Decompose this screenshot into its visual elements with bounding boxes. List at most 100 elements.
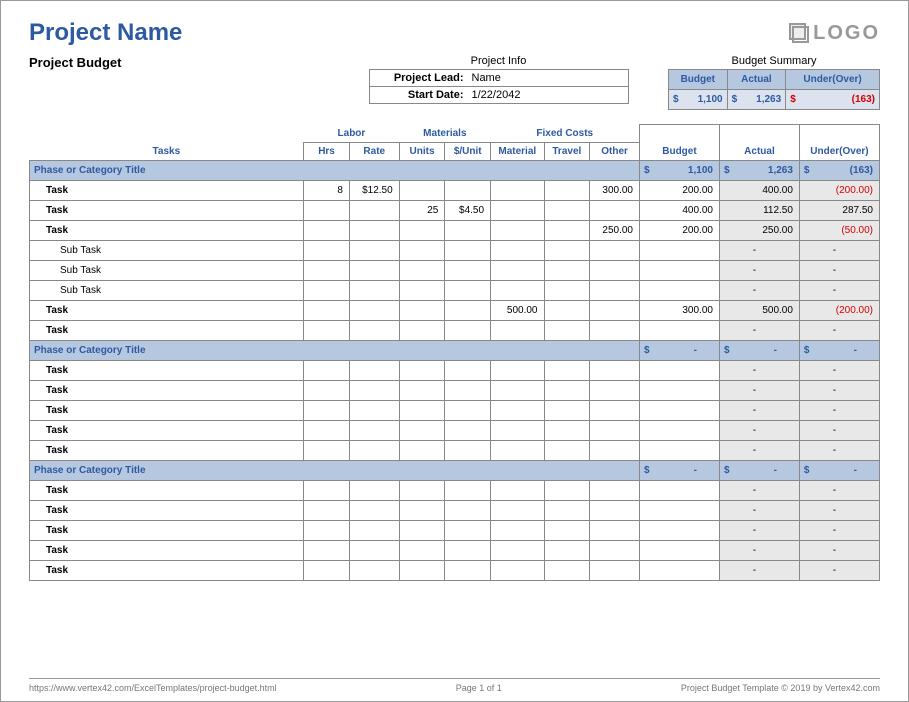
cell-rate[interactable] [349,560,399,580]
cell-travel[interactable] [544,180,590,200]
project-lead-value[interactable]: Name [468,72,501,84]
cell-hrs[interactable] [304,520,350,540]
task-name-cell[interactable]: Task [30,540,304,560]
cell-travel[interactable] [544,280,590,300]
cell-travel[interactable] [544,300,590,320]
task-name-cell[interactable]: Task [30,200,304,220]
cell-budget[interactable] [639,520,719,540]
cell-material[interactable] [491,180,544,200]
cell-unit_cost[interactable]: $4.50 [445,200,491,220]
cell-material[interactable] [491,280,544,300]
table-row[interactable]: Task-- [30,320,880,340]
cell-rate[interactable] [349,400,399,420]
table-row[interactable]: Task-- [30,420,880,440]
cell-other[interactable] [590,360,640,380]
cell-other[interactable] [590,200,640,220]
cell-hrs[interactable] [304,320,350,340]
cell-travel[interactable] [544,200,590,220]
cell-travel[interactable] [544,400,590,420]
cell-unit_cost[interactable] [445,400,491,420]
cell-material[interactable] [491,380,544,400]
cell-rate[interactable] [349,480,399,500]
cell-other[interactable]: 250.00 [590,220,640,240]
cell-material[interactable] [491,220,544,240]
cell-material[interactable] [491,480,544,500]
task-name-cell[interactable]: Sub Task [30,280,304,300]
main-tbody[interactable]: Phase or Category Title$1,100$1,263$(163… [30,160,880,580]
cell-budget[interactable] [639,440,719,460]
cell-travel[interactable] [544,540,590,560]
cell-travel[interactable] [544,320,590,340]
task-name-cell[interactable]: Task [30,360,304,380]
cell-hrs[interactable] [304,360,350,380]
cell-rate[interactable] [349,420,399,440]
table-row[interactable]: Task-- [30,540,880,560]
cell-hrs[interactable] [304,540,350,560]
cell-budget[interactable] [639,380,719,400]
cell-hrs[interactable] [304,500,350,520]
cell-travel[interactable] [544,240,590,260]
cell-unit_cost[interactable] [445,500,491,520]
cell-material[interactable] [491,320,544,340]
cell-other[interactable] [590,280,640,300]
cell-hrs[interactable]: 8 [304,180,350,200]
cell-other[interactable] [590,540,640,560]
cell-budget[interactable]: 200.00 [639,220,719,240]
cell-units[interactable] [399,540,445,560]
table-row[interactable]: Sub Task-- [30,280,880,300]
task-name-cell[interactable]: Task [30,220,304,240]
cell-other[interactable] [590,440,640,460]
task-name-cell[interactable]: Task [30,400,304,420]
cell-other[interactable] [590,240,640,260]
cell-hrs[interactable] [304,300,350,320]
phase-title-cell[interactable]: Phase or Category Title [30,160,640,180]
cell-units[interactable] [399,240,445,260]
cell-unit_cost[interactable] [445,540,491,560]
task-name-cell[interactable]: Task [30,300,304,320]
cell-rate[interactable] [349,360,399,380]
cell-other[interactable] [590,400,640,420]
cell-units[interactable] [399,300,445,320]
cell-material[interactable] [491,200,544,220]
table-row[interactable]: Sub Task-- [30,260,880,280]
cell-material[interactable] [491,540,544,560]
cell-budget[interactable] [639,400,719,420]
cell-unit_cost[interactable] [445,300,491,320]
phase-title-cell[interactable]: Phase or Category Title [30,460,640,480]
table-row[interactable]: Task-- [30,560,880,580]
cell-rate[interactable] [349,260,399,280]
cell-unit_cost[interactable] [445,180,491,200]
task-name-cell[interactable]: Task [30,480,304,500]
cell-unit_cost[interactable] [445,280,491,300]
cell-other[interactable] [590,260,640,280]
cell-units[interactable] [399,320,445,340]
cell-units[interactable] [399,380,445,400]
cell-other[interactable]: 300.00 [590,180,640,200]
table-row[interactable]: Task250.00200.00250.00(50.00) [30,220,880,240]
cell-budget[interactable]: 300.00 [639,300,719,320]
cell-unit_cost[interactable] [445,240,491,260]
cell-other[interactable] [590,480,640,500]
cell-budget[interactable] [639,500,719,520]
task-name-cell[interactable]: Sub Task [30,260,304,280]
cell-hrs[interactable] [304,240,350,260]
table-row[interactable]: Task-- [30,440,880,460]
cell-units[interactable] [399,360,445,380]
cell-budget[interactable] [639,480,719,500]
task-name-cell[interactable]: Task [30,180,304,200]
cell-travel[interactable] [544,480,590,500]
table-row[interactable]: Sub Task-- [30,240,880,260]
cell-travel[interactable] [544,560,590,580]
phase-row[interactable]: Phase or Category Title$1,100$1,263$(163… [30,160,880,180]
cell-units[interactable] [399,500,445,520]
cell-rate[interactable] [349,540,399,560]
cell-budget[interactable]: 400.00 [639,200,719,220]
table-row[interactable]: Task-- [30,480,880,500]
cell-rate[interactable] [349,200,399,220]
cell-unit_cost[interactable] [445,320,491,340]
cell-other[interactable] [590,320,640,340]
cell-material[interactable]: 500.00 [491,300,544,320]
cell-material[interactable] [491,500,544,520]
cell-unit_cost[interactable] [445,560,491,580]
cell-units[interactable] [399,440,445,460]
